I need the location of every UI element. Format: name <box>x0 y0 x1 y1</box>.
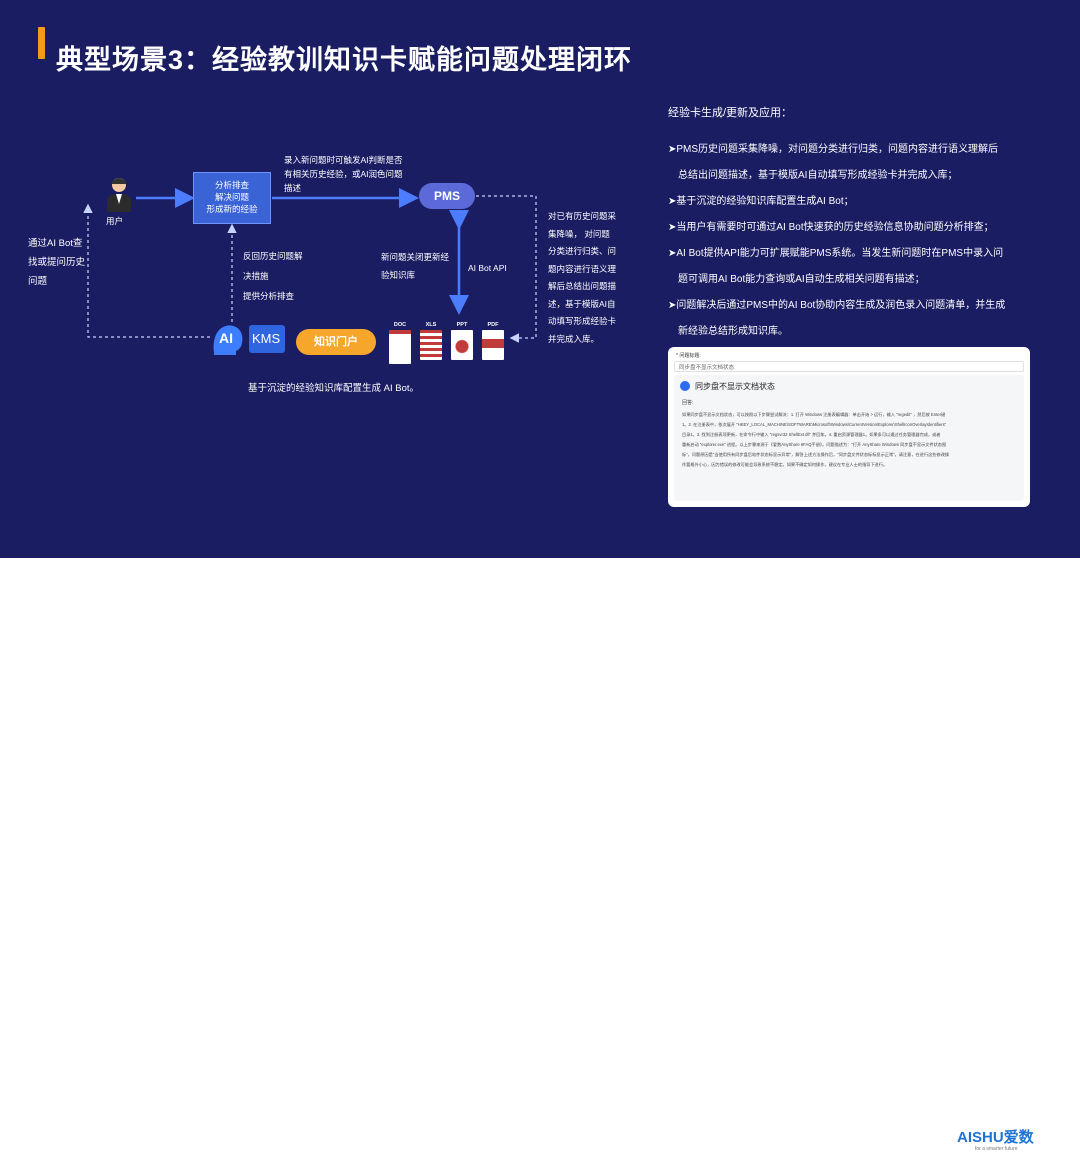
top-note: 录入新问题时可触发AI判断是否 有相关历史经验，或AI润色问题 描述 <box>284 155 403 193</box>
user-icon <box>104 176 134 212</box>
bullet-item: ➤当用户有需要时可通过AI Bot快速获的历史经验信息协助问题分析排查； <box>668 222 994 233</box>
bullet-item: ➤问题解决后通过PMS中的AI Bot协助内容生成及润色录入问题清单，并生成 新… <box>668 300 1006 337</box>
xls-file-icon: XLS <box>420 322 442 360</box>
answer-card: * 问题标题: 同步盘不显示文档状态 同步盘不显示文档状态 回答: 如果同步盘不… <box>668 347 1030 507</box>
doc-file-icon: DOC <box>389 322 411 364</box>
card-title-input[interactable]: 同步盘不显示文档状态 <box>674 361 1024 372</box>
aishu-logo: AISHU爱数 <box>957 1129 1034 1146</box>
close-note: 新问题关闭更新经 验知识库 <box>381 252 450 280</box>
footer: AISHU爱数 for a smarter future <box>0 558 1080 1152</box>
bullet-list: ➤PMS历史问题采集降噪，对问题分类进行归类，问题内容进行语义理解后 总结出问题… <box>668 137 1068 345</box>
panel-title: 经验卡生成/更新及应用： <box>668 107 793 119</box>
bullet-item: ➤PMS历史问题采集降噪，对问题分类进行归类，问题内容进行语义理解后 总结出问题… <box>668 144 999 181</box>
bottom-caption: 基于沉淀的经验知识库配置生成 AI Bot。 <box>248 383 420 394</box>
kms-label: KMS <box>252 331 281 346</box>
anyshare-logo-icon <box>680 381 690 391</box>
logo-tagline: for a smarter future <box>975 1146 1018 1152</box>
card-answer-label: 回答: <box>682 400 694 406</box>
slide-background: 典型场景3：经验教训知识卡赋能问题处理闭环 通过AI Bot查 找或提问历史 问… <box>0 0 1080 558</box>
right-note: 对已有历史问题采 集降噪， 对问题 分类进行归类、问 题内容进行语义理 解后总结… <box>548 211 617 344</box>
pms-node: PMS <box>419 183 475 209</box>
knowledge-portal-button: 知识门户 <box>296 329 376 355</box>
card-question: 同步盘不显示文档状态 <box>695 382 775 391</box>
api-label: AI Bot API <box>468 263 507 273</box>
card-field-label: * 问题标题: <box>676 353 701 359</box>
feedback-note: 反回历史问题解 决措施 提供分析排查 <box>243 251 303 301</box>
bullet-item: ➤AI Bot提供API能力可扩展赋能PMS系统。当发生新问题时在PMS中录入问… <box>668 248 1004 285</box>
analysis-box: 分析排查 解决问题 形成新的经验 <box>193 172 271 224</box>
bullet-item: ➤基于沉淀的经验知识库配置生成AI Bot； <box>668 196 854 207</box>
left-note: 通过AI Bot查 找或提问历史 问题 <box>28 238 86 287</box>
pdf-file-icon: PDF <box>482 322 504 360</box>
ppt-file-icon: PPT <box>451 322 473 360</box>
card-answer-text: 如果同步盘不显示文档状态，可以按照以下步骤尝试解决：1. 打开 Windows … <box>682 412 950 467</box>
user-label: 用户 <box>106 216 124 226</box>
ai-label: AI <box>219 330 233 346</box>
